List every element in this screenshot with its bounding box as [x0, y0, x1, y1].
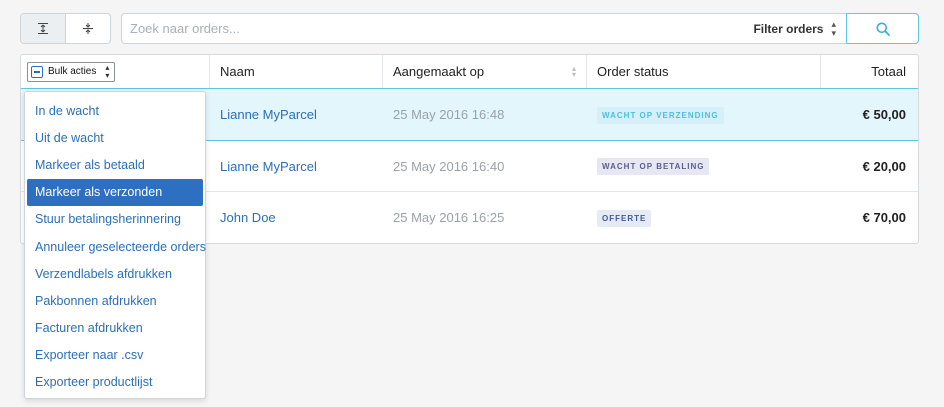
- status-badge: WACHT OP VERZENDING: [597, 106, 724, 124]
- status-badge: WACHT OP BETALING: [597, 158, 710, 175]
- bulk-actions-cell: Bulk acties ▴ ▾: [21, 55, 210, 88]
- order-name-link[interactable]: Lianne MyParcel: [210, 107, 383, 122]
- menu-item-betalingsherinnering[interactable]: Stuur betalingsherinnering: [25, 206, 205, 233]
- column-header-name-label: Naam: [220, 64, 255, 79]
- order-name-link[interactable]: Lianne MyParcel: [210, 159, 383, 174]
- menu-item-export-csv[interactable]: Exporteer naar .csv: [25, 342, 205, 369]
- column-header-total[interactable]: Totaal: [821, 55, 918, 88]
- order-date: 25 May 2016 16:25: [393, 210, 505, 225]
- select-all-checkbox[interactable]: [31, 65, 43, 78]
- menu-item-pakbonnen[interactable]: Pakbonnen afdrukken: [25, 287, 205, 314]
- updown-arrows-icon: ▴ ▾: [831, 18, 836, 38]
- column-header-status-label: Order status: [597, 64, 669, 79]
- expand-rows-button[interactable]: [21, 14, 66, 43]
- search-icon: [876, 22, 890, 36]
- order-name-link[interactable]: John Doe: [210, 210, 383, 225]
- order-status-cell: OFFERTE: [587, 209, 821, 227]
- order-total: € 20,00: [862, 158, 906, 174]
- updown-arrows-icon: ▴ ▾: [105, 62, 110, 80]
- expand-rows-icon: [38, 23, 48, 34]
- column-header-created[interactable]: Aangemaakt op ▴ ▾: [383, 55, 587, 88]
- bulk-actions-label: Bulk acties: [48, 66, 97, 77]
- table-header: Bulk acties ▴ ▾ Naam Aangemaakt op ▴ ▾ Ord…: [21, 55, 918, 89]
- menu-item-markeer-verzonden[interactable]: Markeer als verzonden: [27, 178, 203, 206]
- sort-icon: ▴ ▾: [571, 64, 576, 79]
- bulk-actions-menu: In de wacht Uit de wacht Markeer als bet…: [24, 91, 206, 399]
- menu-item-export-productlijst[interactable]: Exporteer productlijst: [25, 369, 205, 396]
- order-date: 25 May 2016 16:40: [393, 158, 505, 174]
- order-status-cell: WACHT OP VERZENDING: [587, 106, 821, 124]
- bulk-actions-select[interactable]: Bulk acties ▴ ▾: [27, 61, 116, 82]
- filter-orders-select[interactable]: Filter orders ▴ ▾: [743, 14, 846, 43]
- column-header-created-label: Aangemaakt op: [393, 64, 485, 79]
- search-input[interactable]: [122, 14, 744, 43]
- view-toggle-group: [20, 13, 111, 44]
- collapse-rows-button[interactable]: [66, 14, 110, 43]
- menu-item-annuleer-orders[interactable]: Annuleer geselecteerde orders: [25, 233, 206, 260]
- search-bar: Filter orders ▴▾: [121, 13, 919, 44]
- menu-item-in-de-wacht[interactable]: In de wacht: [25, 97, 205, 124]
- order-total: € 50,00: [862, 107, 906, 122]
- menu-item-facturen[interactable]: Facturen afdrukken: [25, 315, 205, 342]
- collapse-rows-icon: [83, 23, 93, 34]
- order-total: € 70,00: [862, 210, 906, 225]
- column-header-name[interactable]: Naam: [210, 55, 383, 88]
- filter-orders-label: Filter orders: [753, 21, 824, 36]
- order-status-cell: WACHT OP BETALING: [587, 157, 821, 175]
- menu-item-verzendlabels[interactable]: Verzendlabels afdrukken: [25, 260, 205, 287]
- menu-item-uit-de-wacht[interactable]: Uit de wacht: [25, 124, 205, 151]
- column-header-total-label: Totaal: [871, 64, 906, 79]
- menu-item-markeer-betaald[interactable]: Markeer als betaald: [25, 151, 205, 178]
- order-date: 25 May 2016 16:48: [393, 107, 505, 122]
- search-button[interactable]: [846, 13, 919, 44]
- status-badge: OFFERTE: [597, 209, 652, 227]
- column-header-status[interactable]: Order status: [587, 55, 821, 88]
